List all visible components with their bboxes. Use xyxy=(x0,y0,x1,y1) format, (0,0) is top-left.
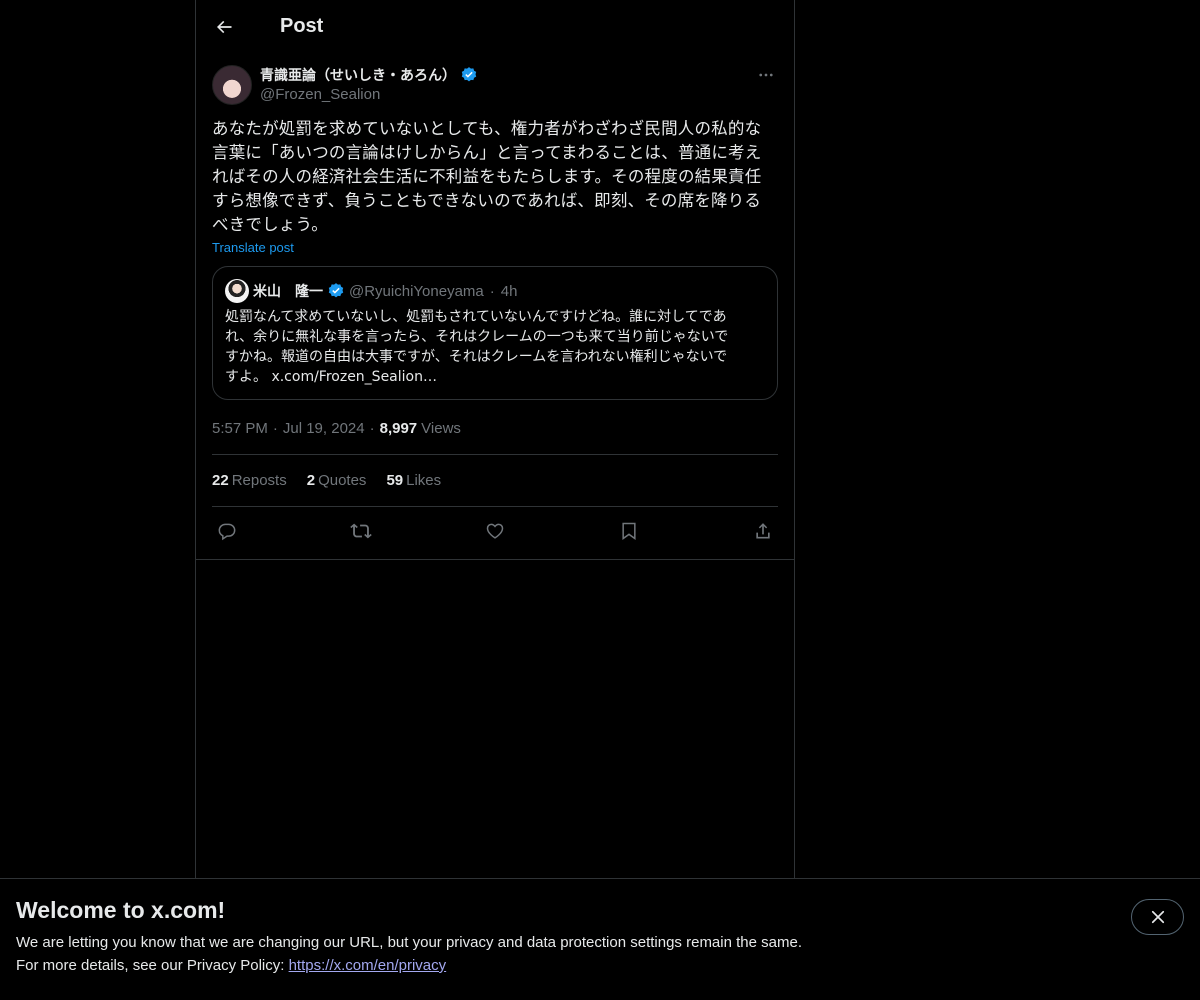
engagement-stats: 22 Reposts 2 Quotes 59 Likes xyxy=(212,454,778,507)
bookmark-icon xyxy=(622,522,636,540)
verified-badge-icon xyxy=(327,282,345,300)
banner-privacy-line: For more details, see our Privacy Policy… xyxy=(16,957,1184,974)
post-date[interactable]: Jul 19, 2024 xyxy=(283,420,365,437)
quotes-count: 2 xyxy=(306,472,316,489)
post-text-line: すら想像できず、負うこともできないのであれば、即刻、その席を降りる xyxy=(212,191,762,210)
views-count: 8,997 xyxy=(379,419,418,437)
post-text-line: ればその人の経済社会生活に不利益をもたらします。その程度の結果責任 xyxy=(212,167,762,186)
author-name[interactable]: 青識亜論（せいしき・あろん） xyxy=(260,65,456,85)
repost-button[interactable] xyxy=(350,520,372,542)
bookmark-button[interactable] xyxy=(618,520,640,542)
reposts-label: Reposts xyxy=(231,472,287,489)
separator-dot: · xyxy=(369,419,375,437)
banner-title: Welcome to x.com! xyxy=(16,897,226,923)
author-avatar[interactable] xyxy=(212,65,252,105)
quotes-label: Quotes xyxy=(318,472,367,489)
arrow-left-icon xyxy=(217,20,232,33)
more-options-button[interactable] xyxy=(754,63,778,87)
quoted-post-time: 4h xyxy=(500,282,518,300)
page-title: Post xyxy=(280,15,324,37)
quoted-post[interactable]: 米山 隆一 @RyuichiYoneyama · 4h 処罰なんて求めていないし… xyxy=(212,266,778,400)
post-metadata: 5:57 PM · Jul 19, 2024 · 8,997 Views xyxy=(212,418,778,438)
quoted-text-line: すよ。 x.com/Frozen_Sealion… xyxy=(225,369,437,385)
separator-dot: · xyxy=(272,419,278,437)
quoted-author-name: 米山 隆一 xyxy=(253,284,323,300)
quoted-text-line: 処罰なんて求めていないし、処罰もされていないんですけどね。誰に対してであ xyxy=(225,309,727,325)
divider xyxy=(196,559,794,560)
quotes-stat[interactable]: 2 Quotes xyxy=(307,472,367,489)
share-icon xyxy=(756,523,770,539)
reply-icon xyxy=(218,523,236,541)
verified-badge-icon xyxy=(460,66,478,84)
quoted-post-text: 処罰なんて求めていないし、処罰もされていないんですけどね。誰に対してであ れ、余… xyxy=(225,307,765,387)
post-text: あなたが処罰を求めていないとしても、権力者がわざわざ民間人の私的な 言葉に「あい… xyxy=(212,117,778,237)
post-text-line: 言葉に「あいつの言論はけしからん」と言ってまわることは、普通に考え xyxy=(212,143,762,162)
quoted-author-avatar xyxy=(225,279,249,303)
author-handle[interactable]: @Frozen_Sealion xyxy=(260,86,754,103)
heart-icon xyxy=(486,523,504,539)
repost-icon xyxy=(350,523,372,539)
post-text-line: あなたが処罰を求めていないとしても、権力者がわざわざ民間人の私的な xyxy=(212,119,762,138)
close-icon xyxy=(1151,910,1164,924)
separator-dot: · xyxy=(489,282,495,300)
author-row: 青識亜論（せいしき・あろん） @Frozen_Sealion xyxy=(212,65,778,105)
banner-privacy-text: For more details, see our Privacy Policy… xyxy=(16,957,289,974)
reposts-stat[interactable]: 22 Reposts xyxy=(212,472,287,489)
reply-button[interactable] xyxy=(216,520,238,542)
translate-post-link[interactable]: Translate post xyxy=(212,240,294,255)
likes-stat[interactable]: 59 Likes xyxy=(386,472,441,489)
post-text-line: べきでしょう。 xyxy=(212,215,328,234)
quoted-text-line: すかね。報道の自由は大事ですが、それはクレームを言われない権利じゃないで xyxy=(225,349,728,365)
author-info: 青識亜論（せいしき・あろん） @Frozen_Sealion xyxy=(260,65,754,103)
back-button[interactable] xyxy=(212,15,236,39)
reposts-count: 22 xyxy=(212,472,229,489)
like-button[interactable] xyxy=(484,520,506,542)
quoted-author-handle: @RyuichiYoneyama xyxy=(349,282,484,300)
top-bar: Post xyxy=(196,0,794,53)
privacy-policy-link[interactable]: https://x.com/en/privacy xyxy=(289,957,447,974)
close-banner-button[interactable] xyxy=(1131,899,1184,935)
likes-count: 59 xyxy=(386,472,404,489)
share-button[interactable] xyxy=(752,520,774,542)
author-name-line: 青識亜論（せいしき・あろん） xyxy=(260,65,754,85)
likes-label: Likes xyxy=(406,472,442,489)
quoted-post-header: 米山 隆一 @RyuichiYoneyama · 4h xyxy=(225,279,765,303)
action-bar xyxy=(212,507,778,555)
url-change-banner: Welcome to x.com! We are letting you kno… xyxy=(0,878,1200,1000)
post-time[interactable]: 5:57 PM xyxy=(212,420,268,437)
banner-message: We are letting you know that we are chan… xyxy=(16,934,802,951)
quoted-text-line: れ、余りに無礼な事を言ったら、それはクレームの一つも来て当り前じゃないで xyxy=(225,329,729,345)
main-column: Post 青識亜論（せいしき・あろん） @Frozen_Sealion あなたが… xyxy=(195,0,795,880)
more-dots-icon xyxy=(759,73,773,77)
post: 青識亜論（せいしき・あろん） @Frozen_Sealion あなたが処罰を求め… xyxy=(196,65,794,555)
views-label: Views xyxy=(421,419,461,437)
